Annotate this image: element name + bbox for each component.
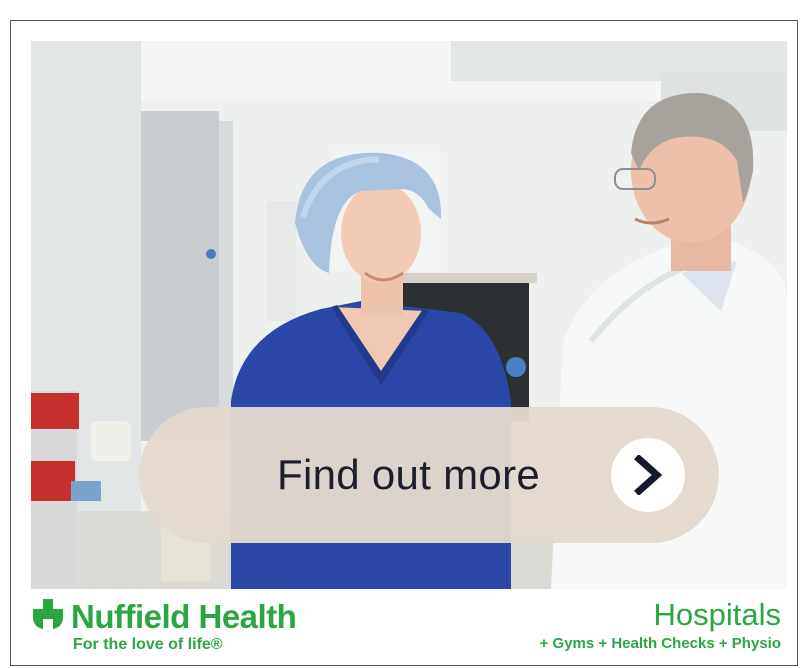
- brand-tagline: For the love of life®: [73, 636, 223, 653]
- category-label: Hospitals: [653, 597, 782, 632]
- chevron-right-icon: [611, 438, 685, 512]
- brand-name: Nuffield Health: [71, 597, 297, 635]
- hero-photo[interactable]: Find out more: [31, 41, 787, 589]
- ad-footer: Nuffield Health For the love of life® Ho…: [31, 589, 787, 665]
- services-list: + Gyms + Health Checks + Physio: [539, 635, 781, 652]
- cta-label: Find out more: [277, 451, 541, 498]
- find-out-more-button[interactable]: Find out more: [139, 407, 719, 543]
- nuffield-health-logo[interactable]: Nuffield Health For the love of life®: [31, 597, 297, 654]
- ad-banner[interactable]: Find out more Nuffield Health For the lo…: [10, 20, 798, 666]
- cross-logo-icon: [31, 597, 65, 636]
- service-info: Hospitals + Gyms + Health Checks + Physi…: [540, 597, 781, 652]
